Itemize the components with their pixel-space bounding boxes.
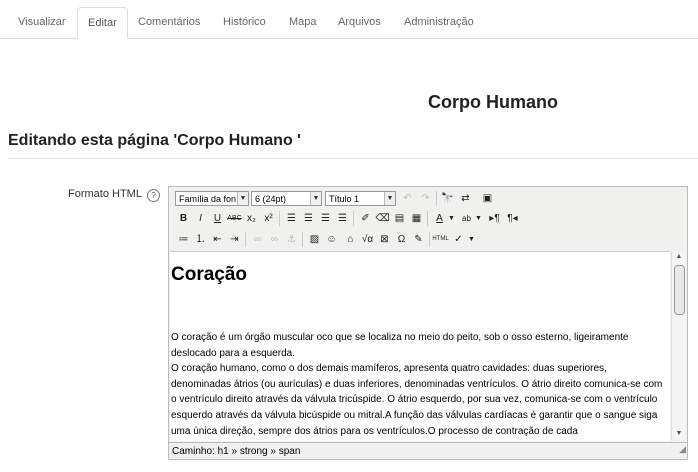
element-path: Caminho: h1 » strong » span: [172, 446, 301, 457]
chevron-down-icon: ▼: [384, 192, 395, 205]
chevron-down-icon[interactable]: ▼: [447, 211, 456, 226]
underline-icon: U: [213, 213, 222, 224]
tab-arquivos[interactable]: Arquivos: [328, 7, 391, 37]
find-icon[interactable]: 🔭: [439, 191, 456, 206]
scroll-thumb[interactable]: [674, 265, 685, 315]
help-icon[interactable]: ?: [147, 189, 160, 202]
chevron-down-icon[interactable]: ▼: [474, 211, 483, 226]
ltr-icon[interactable]: ▸¶: [486, 211, 503, 226]
font-family-value: Família da fon: [179, 194, 237, 204]
align-center-icon[interactable]: ☰: [300, 211, 317, 226]
image-icon[interactable]: ▨: [306, 232, 323, 247]
paragraph: O coração humano, como o dos demais mamí…: [171, 363, 663, 437]
unlink-icon[interactable]: ∞: [266, 232, 283, 247]
align-left-icon[interactable]: ☰: [283, 211, 300, 226]
section-heading: Editando esta página 'Corpo Humano ': [8, 132, 301, 149]
outdent-icon[interactable]: ⇤: [209, 232, 226, 247]
superscript-button[interactable]: x²: [260, 211, 277, 226]
chevron-down-icon: ▼: [310, 192, 321, 205]
html-editor: Família da fon ▼ 6 (24pt) ▼ Título 1 ▼ ↶…: [168, 186, 688, 460]
subscript-button[interactable]: x₂: [243, 211, 260, 226]
eraser-icon[interactable]: ⌫: [374, 211, 391, 226]
link-icon[interactable]: ∞: [249, 232, 266, 247]
indent-icon[interactable]: ⇥: [226, 232, 243, 247]
strikethrough-button[interactable]: ABC: [226, 211, 243, 226]
font-size-value: 6 (24pt): [255, 194, 287, 204]
field-label: Formato HTML: [68, 188, 142, 200]
align-justify-icon[interactable]: ☰: [334, 211, 351, 226]
align-right-icon[interactable]: ☰: [317, 211, 334, 226]
underline-button[interactable]: U: [209, 211, 226, 226]
separator: [436, 191, 437, 206]
paste-text-icon[interactable]: ▤: [391, 211, 408, 226]
undo-icon[interactable]: ↶: [399, 191, 416, 206]
divider: [8, 158, 698, 159]
resize-handle-icon[interactable]: ◢: [679, 441, 686, 458]
italic-button[interactable]: I: [192, 211, 209, 226]
emoticon-icon[interactable]: ☺: [323, 232, 340, 247]
html-source-button[interactable]: HTML: [432, 232, 449, 247]
format-select[interactable]: Título 1 ▼: [325, 191, 396, 206]
separator: [279, 211, 280, 226]
tab-mapa[interactable]: Mapa: [279, 7, 327, 37]
redo-icon[interactable]: ↷: [417, 191, 434, 206]
strikethrough-icon: ABC: [227, 215, 242, 222]
separator: [245, 232, 246, 247]
anchor-icon[interactable]: ⚓: [283, 232, 300, 247]
editor-statusbar: Caminho: h1 » strong » span ◢: [169, 442, 687, 459]
bold-button[interactable]: B: [175, 211, 192, 226]
italic-icon: I: [199, 213, 202, 224]
tab-administracao[interactable]: Administração: [394, 7, 484, 37]
chevron-down-icon: ▼: [237, 192, 248, 205]
paste-word-icon[interactable]: ▦: [408, 211, 425, 226]
paragraph: O coração é um órgão muscular oco que se…: [171, 332, 629, 359]
clean-format-icon[interactable]: ✐: [357, 211, 374, 226]
font-family-select[interactable]: Família da fon ▼: [175, 191, 249, 206]
format-value: Título 1: [329, 194, 360, 204]
separator: [353, 211, 354, 226]
edit-icon[interactable]: ✎: [410, 232, 427, 247]
tab-editar[interactable]: Editar: [77, 7, 128, 39]
media-icon[interactable]: ⊠: [376, 232, 393, 247]
tab-comentarios[interactable]: Comentários: [128, 7, 210, 37]
content-body: O coração é um órgão muscular oco que se…: [171, 330, 669, 439]
tab-bar: Visualizar Editar Comentários Histórico …: [0, 7, 698, 39]
font-size-select[interactable]: 6 (24pt) ▼: [251, 191, 322, 206]
rtl-icon[interactable]: ¶◂: [504, 211, 521, 226]
tab-historico[interactable]: Histórico: [213, 7, 276, 37]
replace-icon[interactable]: ⇄: [457, 191, 474, 206]
separator: [427, 211, 428, 226]
separator: [302, 232, 303, 247]
background-color-icon[interactable]: ab: [458, 211, 475, 226]
spellcheck-icon[interactable]: ✓: [450, 232, 467, 247]
vertical-scrollbar[interactable]: ▲ ▼: [671, 251, 686, 440]
scroll-down-icon[interactable]: ▼: [672, 428, 686, 440]
chevron-down-icon[interactable]: ▼: [467, 232, 476, 247]
editor-content[interactable]: Coração O coração é um órgão muscular oc…: [170, 251, 670, 441]
numbered-list-icon[interactable]: ⒈: [192, 232, 209, 247]
separator: [429, 232, 430, 247]
text-color-icon[interactable]: A: [431, 211, 448, 226]
page-title: Corpo Humano: [428, 92, 558, 112]
tab-visualizar[interactable]: Visualizar: [8, 7, 76, 37]
bold-icon: B: [179, 213, 188, 224]
fullscreen-icon[interactable]: ▣: [479, 191, 496, 206]
content-heading: Coração: [171, 264, 248, 285]
scroll-up-icon[interactable]: ▲: [672, 251, 686, 263]
bookmark-icon[interactable]: ⌂: [342, 232, 359, 247]
bullet-list-icon[interactable]: ≔: [175, 232, 192, 247]
special-char-icon[interactable]: Ω: [393, 232, 410, 247]
equation-icon[interactable]: √α: [359, 232, 376, 247]
